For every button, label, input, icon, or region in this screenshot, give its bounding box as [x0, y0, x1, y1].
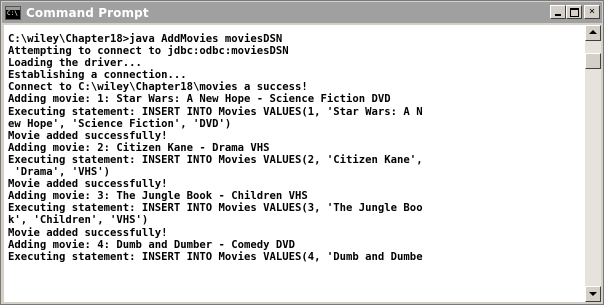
- minimize-button[interactable]: [550, 5, 566, 19]
- title-bar[interactable]: Command Prompt ×: [2, 2, 602, 23]
- console-line: Movie added successfully!: [8, 226, 168, 239]
- console-line: Movie added successfully!: [8, 178, 168, 191]
- vertical-scrollbar[interactable]: [585, 25, 601, 302]
- console-line: Executing statement: INSERT INTO Movies …: [8, 153, 423, 166]
- console-line: Connect to C:\wiley\Chapter18\movies a s…: [8, 81, 308, 94]
- console-line: Executing statement: INSERT INTO Movies …: [8, 250, 423, 263]
- console-line: Loading the driver...: [8, 57, 142, 70]
- console-line: Adding movie: 3: The Jungle Book - Child…: [8, 190, 308, 203]
- caption-buttons: ×: [550, 5, 600, 19]
- scroll-down-arrow-icon[interactable]: [585, 286, 601, 302]
- console-line: C:\wiley\Chapter18>java AddMovies movies…: [8, 33, 283, 45]
- console-line: Adding movie: 2: Citizen Kane - Drama VH…: [8, 141, 270, 154]
- console-line: Adding movie: 1: Star Wars: A New Hope -…: [8, 93, 391, 106]
- console-line: ew Hope', 'Science Fiction', 'DVD'): [8, 117, 232, 130]
- console-line: Adding movie: 4: Dumb and Dumber - Comed…: [8, 238, 296, 251]
- console-icon[interactable]: [5, 5, 21, 20]
- console-output[interactable]: C:\wiley\Chapter18>java AddMovies movies…: [4, 25, 586, 302]
- maximize-button[interactable]: [566, 5, 582, 19]
- console-line: 'Drama', 'VHS'): [8, 166, 111, 179]
- console-line: Executing statement: INSERT INTO Movies …: [8, 105, 423, 118]
- scroll-thumb[interactable]: [585, 53, 601, 69]
- console-line: k', 'Children', 'VHS'): [8, 214, 149, 227]
- close-button[interactable]: ×: [584, 5, 600, 19]
- command-prompt-window: Command Prompt × C:\wiley\Chapter18>java…: [0, 0, 604, 305]
- window-title: Command Prompt: [26, 5, 149, 20]
- console-text: C:\wiley\Chapter18>java AddMovies movies…: [4, 25, 586, 263]
- close-icon: ×: [588, 6, 596, 17]
- console-line: Executing statement: INSERT INTO Movies …: [8, 202, 423, 215]
- console-line: Attempting to connect to jdbc:odbc:movie…: [8, 45, 289, 58]
- console-line: Establishing a connection...: [8, 69, 187, 82]
- scroll-up-arrow-icon[interactable]: [585, 25, 601, 41]
- console-line: Movie added successfully!: [8, 129, 168, 142]
